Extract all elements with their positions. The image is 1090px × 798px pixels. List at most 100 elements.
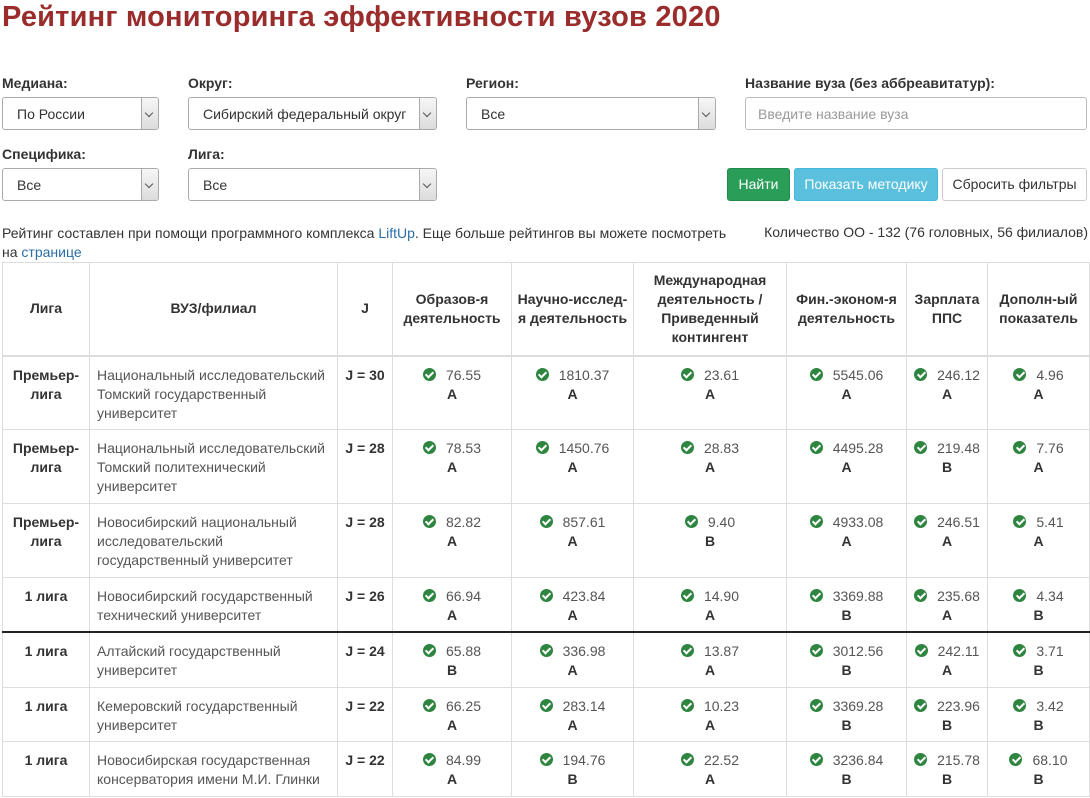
indicator-cell: 9.40 B <box>633 503 787 578</box>
column-header[interactable]: ВУЗ/филиал <box>89 262 338 356</box>
specifics-select[interactable]: Все <box>2 168 159 201</box>
university-name-cell: Национальный исследовательский Томский п… <box>89 429 338 504</box>
check-circle-icon <box>539 699 553 712</box>
indicator-cell: 242.11 A <box>906 630 988 688</box>
indicator-value: 82.82 <box>445 514 482 530</box>
league-cell: Премьер-лига <box>2 503 90 578</box>
column-header[interactable]: Дополн-ый показатель <box>987 262 1090 356</box>
table-row[interactable]: 1 лига Новосибирская государственная конс… <box>2 741 1090 797</box>
indicator-value: 68.10 <box>1032 752 1068 768</box>
find-button[interactable]: Найти <box>727 168 790 201</box>
column-header[interactable]: Фин.-эконом-я деятельность <box>786 262 907 356</box>
university-name-cell: Новосибирская государственная консервато… <box>89 741 338 797</box>
indicator-cell: 857.61 A <box>511 503 634 578</box>
indicator-value: 3369.88 <box>832 588 884 604</box>
indicator-value: 3.42 <box>1036 698 1064 714</box>
table-row[interactable]: Премьер-лига Новосибирский национальный и… <box>2 503 1090 578</box>
indicator-value: 3012.56 <box>832 642 884 659</box>
check-circle-icon <box>680 367 694 381</box>
indicator-value: 1810.37 <box>558 366 610 383</box>
table-row[interactable]: Премьер-лига Национальный исследовательск… <box>2 355 1090 430</box>
university-name-cell: Новосибирский государственный технически… <box>89 577 338 632</box>
university-name-cell: Алтайский государственный университет <box>89 630 338 688</box>
indicator-value: 66.94 <box>445 588 482 604</box>
check-circle-icon <box>914 643 928 657</box>
page-title: Рейтинг мониторинга эффективности вузов … <box>2 1 721 33</box>
table-row[interactable]: 1 лига Кемеровский государственный универ… <box>2 687 1090 742</box>
check-circle-icon <box>1013 367 1027 381</box>
indicator-grade: A <box>841 459 852 475</box>
check-circle-icon <box>539 753 553 766</box>
chevron-down-icon <box>419 169 436 200</box>
indicator-cell: 3012.56 B <box>786 630 907 688</box>
district-select[interactable]: Сибирский федеральный округ <box>188 97 437 130</box>
check-circle-icon <box>809 643 823 657</box>
indicator-grade: B <box>841 771 852 787</box>
table-row[interactable]: 1 лига Новосибирский государственный техн… <box>2 577 1090 632</box>
indicator-cell: 5.41 A <box>987 503 1090 578</box>
university-name-cell: Новосибирский национальный исследователь… <box>89 503 338 578</box>
j-score-cell: J = 28 <box>337 503 393 578</box>
show-methodology-button[interactable]: Показать методику <box>794 168 938 201</box>
indicator-value: 4933.08 <box>832 514 884 530</box>
university-name-cell: Национальный исследовательский Томский г… <box>89 355 338 430</box>
indicator-grade: B <box>1033 771 1044 787</box>
column-header[interactable]: Лига <box>2 262 90 356</box>
indicator-grade: B <box>841 607 852 623</box>
check-circle-icon <box>809 753 823 766</box>
j-score-cell: J = 22 <box>337 741 393 797</box>
league-select-value: Все <box>203 177 228 193</box>
check-circle-icon <box>914 699 928 712</box>
indicator-cell: 3236.84 B <box>786 741 907 797</box>
indicator-grade: B <box>941 771 953 787</box>
indicator-value: 76.55 <box>445 366 482 383</box>
column-header[interactable]: Образов-я деятельность <box>392 262 512 356</box>
median-select[interactable]: По России <box>2 97 159 130</box>
indicator-value: 4.96 <box>1036 366 1064 383</box>
column-header[interactable]: Зарплата ППС <box>906 262 988 356</box>
reset-filters-button[interactable]: Сбросить фильтры <box>942 168 1087 201</box>
median-select-value: По России <box>17 106 85 122</box>
table-row[interactable]: 1 лига Алтайский государственный универси… <box>2 630 1090 688</box>
indicator-value: 4495.28 <box>832 440 884 456</box>
indicator-cell: 78.53 A <box>392 429 512 504</box>
indicator-value: 235.68 <box>937 588 980 604</box>
indicator-grade: B <box>841 717 852 733</box>
check-circle-icon <box>1013 515 1027 528</box>
indicator-grade: A <box>1033 459 1044 475</box>
check-circle-icon <box>809 367 823 381</box>
indicator-cell: 66.25 A <box>392 687 512 742</box>
indicator-grade: A <box>941 533 953 549</box>
indicator-value: 219.48 <box>937 440 980 456</box>
table-row[interactable]: Премьер-лига Национальный исследовательск… <box>2 429 1090 504</box>
indicator-value: 336.98 <box>562 642 606 659</box>
specifics-label: Специфика: <box>2 146 86 162</box>
indicator-grade: B <box>567 771 578 787</box>
indicator-value: 28.83 <box>703 440 740 456</box>
indicator-value: 194.76 <box>562 752 606 768</box>
indicator-grade: A <box>704 607 716 623</box>
indicator-cell: 3369.88 B <box>786 577 907 632</box>
liftup-link[interactable]: LiftUp <box>378 225 415 241</box>
check-circle-icon <box>914 515 928 528</box>
page-link[interactable]: странице <box>21 244 81 260</box>
info-text-part: Рейтинг составлен при помощи программног… <box>2 225 379 241</box>
district-label: Округ: <box>188 75 233 91</box>
indicator-cell: 23.61 A <box>633 355 787 430</box>
check-circle-icon <box>680 643 694 657</box>
check-circle-icon <box>1013 441 1027 454</box>
indicator-cell: 5545.06 A <box>786 355 907 430</box>
column-header[interactable]: J <box>337 262 393 356</box>
indicator-grade: A <box>446 533 458 549</box>
column-header[interactable]: Международная деятельность /Приведенный … <box>633 262 787 356</box>
region-select[interactable]: Все <box>466 97 716 130</box>
indicator-cell: 423.84 A <box>511 577 634 632</box>
league-select[interactable]: Все <box>188 168 437 201</box>
indicator-value: 66.25 <box>445 698 482 714</box>
indicator-grade: A <box>1033 385 1044 402</box>
column-header[interactable]: Научно-исслед-я деятельность <box>511 262 634 356</box>
indicator-grade: A <box>704 459 716 475</box>
university-name-input[interactable]: Введите название вуза <box>745 97 1087 130</box>
check-circle-icon <box>914 441 928 454</box>
district-select-value: Сибирский федеральный округ <box>203 106 407 122</box>
